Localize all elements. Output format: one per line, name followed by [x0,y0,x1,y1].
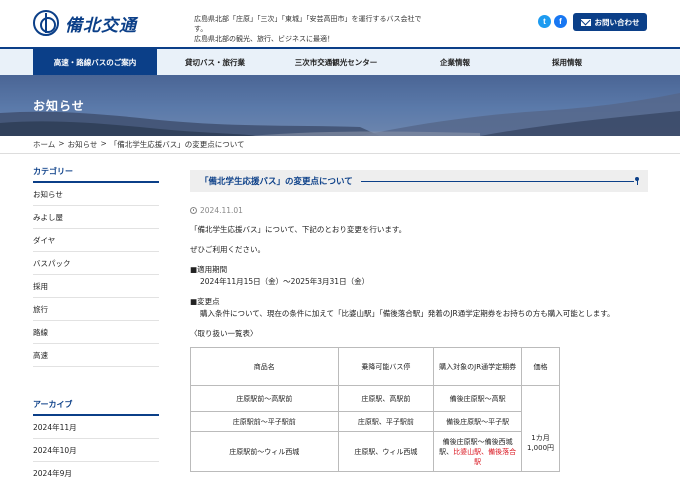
table-header-jr-pass: 購入対象のJR通学定期券 [433,347,523,386]
change-value: 購入条件について、現在の条件に加えて「比婆山駅」「備後落合駅」発着のJR通学定期… [200,309,615,318]
table-header-stops: 乗降可能バス停 [337,347,435,386]
post-title-bar: 「備北学生応援バス」の変更点について [190,170,648,192]
nav-item-miyoshi-center[interactable]: 三次市交通観光センター [273,49,399,75]
table-cell-jr-pass: 備後庄原駅～平子駅 [433,411,523,432]
table-cell-stops: 庄原駅、ウィル西城 [337,431,435,472]
price-amount: 1,000円 [526,443,555,452]
tagline-line-2: 広島県北部の観光、旅行、ビジネスに最適！ [194,35,334,43]
table-cell-stops: 庄原駅、高駅前 [337,385,435,412]
list-label: 〈取り扱い一覧表〉 [190,329,258,338]
breadcrumb-home[interactable]: ホーム [33,139,55,150]
post-title: 「備北学生応援バス」の変更点について [200,177,353,187]
site-logo[interactable]: 備北交通 [33,10,137,36]
sidebar-item-category[interactable]: 高速 [33,344,159,367]
table-cell-jr-pass: 備後庄原駅～高駅 [433,385,523,412]
title-divider [360,180,634,182]
nav-item-highway-bus[interactable]: 高速・路線バスのご案内 [33,49,157,75]
twitter-icon[interactable]: t [538,15,551,28]
jr-pass-new-stations: 比婆山駅、備後落合駅 [453,447,517,466]
mail-icon [580,18,591,26]
table-cell-product: 庄原駅前～高駅前 [190,385,339,412]
table-header-product: 商品名 [190,347,339,386]
tagline-line-1: 広島県北部「庄原」「三次」「東城」「安芸高田市」を運行するバス会社です。 [194,15,422,33]
post-intro: 「備北学生応援バス」について、下記のとおり変更を行います。 [190,225,407,234]
table-row: 庄原駅前～ウィル西城 庄原駅、ウィル西城 備後庄原駅～備後西城駅、比婆山駅、備後… [190,431,560,472]
sidebar-item-category[interactable]: 路線 [33,321,159,344]
social-links: t f [538,15,567,28]
post-content: 「備北学生応援バス」の変更点について 2024.11.01 「備北学生応援バス」… [190,170,648,472]
table-header-price: 価格 [521,347,560,386]
category-heading: カテゴリー [33,166,159,183]
breadcrumb-separator: > [58,139,65,148]
table-row: 庄原駅前～平子駅前 庄原駅、平子駅前 備後庄原駅～平子駅 [190,411,560,432]
nav-item-company[interactable]: 企業情報 [399,49,511,75]
sidebar-item-category[interactable]: 旅行 [33,298,159,321]
price-period: 1カ月 [531,433,550,442]
sidebar-item-category[interactable]: ダイヤ [33,229,159,252]
nav-item-recruit[interactable]: 採用情報 [511,49,623,75]
table-row: 庄原駅前～高駅前 庄原駅、高駅前 備後庄原駅～高駅 1カ月 1,000円 [190,385,560,472]
site-header: 備北交通 広島県北部「庄原」「三次」「東城」「安芸高田市」を運行するバス会社です… [0,0,680,47]
table-cell-product: 庄原駅前～平子駅前 [190,411,339,432]
sidebar-item-category[interactable]: お知らせ [33,183,159,206]
sidebar-item-category[interactable]: 採用 [33,275,159,298]
breadcrumb-separator: > [100,139,107,148]
period-heading: ■適用期間 [190,265,228,274]
period-value: 2024年11月15日（金）～2025年3月31日（金） [200,277,370,286]
breadcrumb-current: 「備北学生応援バス」の変更点について [109,140,245,149]
page-title: お知らせ [33,99,85,113]
breadcrumb-divider [0,153,680,154]
post-date-text: 2024.11.01 [200,206,243,215]
post-please-use: ぜひご利用ください。 [190,245,265,254]
page-hero: お知らせ [0,75,680,136]
breadcrumb-news[interactable]: お知らせ [68,139,98,150]
pin-icon [634,177,640,185]
fare-table: 商品名 乗降可能バス停 購入対象のJR通学定期券 価格 庄原駅前～高駅前 庄原駅… [190,347,560,472]
sidebar-item-category[interactable]: バスパック [33,252,159,275]
sidebar: カテゴリー お知らせ みよし屋 ダイヤ バスパック 採用 旅行 路線 高速 アー… [33,166,159,480]
table-header-row: 商品名 乗降可能バス停 購入対象のJR通学定期券 価格 [190,347,560,386]
sidebar-item-archive[interactable]: 2024年10月 [33,439,159,462]
contact-button-label: お問い合わせ [594,17,640,27]
post-date: 2024.11.01 [190,206,648,215]
sidebar-item-archive[interactable]: 2024年9月 [33,462,159,480]
sidebar-item-archive[interactable]: 2024年11月 [33,416,159,439]
table-cell-stops: 庄原駅、平子駅前 [337,411,435,432]
table-cell-price: 1カ月 1,000円 [521,385,560,472]
clock-icon [190,207,197,214]
table-cell-jr-pass: 備後庄原駅～備後西城駅、比婆山駅、備後落合駅 [433,431,523,472]
contact-button[interactable]: お問い合わせ [573,13,647,31]
logo-text: 備北交通 [65,15,137,36]
table-cell-product: 庄原駅前～ウィル西城 [190,431,339,472]
sidebar-item-category[interactable]: みよし屋 [33,206,159,229]
nav-item-charter-bus[interactable]: 貸切バス・旅行業 [157,49,273,75]
archive-heading: アーカイブ [33,399,159,416]
logo-emblem-icon [33,10,59,36]
breadcrumb: ホーム > お知らせ > 「備北学生応援バス」の変更点について [33,139,245,150]
change-heading: ■変更点 [190,297,220,306]
main-nav: 高速・路線バスのご案内 貸切バス・旅行業 三次市交通観光センター 企業情報 採用… [0,47,680,75]
facebook-icon[interactable]: f [554,15,567,28]
hero-landscape-image [0,93,680,136]
site-tagline: 広島県北部「庄原」「三次」「東城」「安芸高田市」を運行するバス会社です。 広島県… [194,14,434,44]
